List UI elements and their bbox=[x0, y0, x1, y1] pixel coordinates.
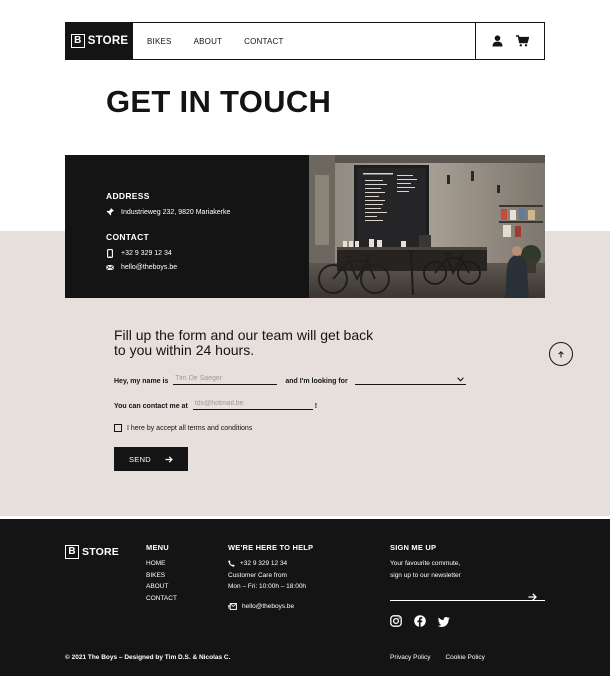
name-line: Hey, my name is and I'm looking for bbox=[114, 374, 466, 385]
address-row: Industrieweg 232, 9820 Mariakerke bbox=[106, 208, 309, 216]
social-links bbox=[390, 614, 450, 632]
footer-help-title: WE'RE HERE TO HELP bbox=[228, 543, 314, 552]
logo[interactable]: B STORE bbox=[66, 23, 133, 59]
nav-links: BIKES ABOUT CONTACT bbox=[133, 23, 475, 59]
footer-hours: Mon – Fri: 10:00h – 18:00h bbox=[228, 583, 307, 590]
chevron-down-icon bbox=[456, 376, 464, 382]
terms-row: I here by accept all terms and condition… bbox=[114, 424, 252, 432]
twitter-icon[interactable] bbox=[437, 614, 450, 632]
mail-send-icon bbox=[228, 602, 237, 610]
newsletter-input[interactable] bbox=[390, 600, 545, 601]
phone-row: +32 9 329 12 34 bbox=[106, 249, 309, 258]
facebook-icon[interactable] bbox=[414, 614, 426, 632]
contact-line: You can contact me at ! bbox=[114, 399, 317, 410]
logo-text: STORE bbox=[87, 35, 129, 47]
footer-link-contact[interactable]: CONTACT bbox=[146, 593, 177, 605]
phone-icon bbox=[228, 560, 235, 567]
footer-logo-text: STORE bbox=[82, 546, 119, 558]
name-input[interactable] bbox=[173, 374, 278, 385]
send-label: SEND bbox=[128, 454, 152, 464]
privacy-policy-link[interactable]: Privacy Policy bbox=[390, 654, 430, 661]
footer-menu-title: MENU bbox=[146, 543, 169, 552]
nav-icons bbox=[475, 23, 544, 59]
nav-link-bikes[interactable]: BIKES bbox=[147, 37, 172, 46]
email-row: hello@theboys.be bbox=[106, 264, 309, 271]
footer-phone[interactable]: +32 9 329 12 34 bbox=[240, 558, 287, 570]
terms-label: I here by accept all terms and condition… bbox=[127, 424, 253, 432]
footer-help: +32 9 329 12 34 Customer Care from Mon –… bbox=[228, 558, 306, 612]
phone-text[interactable]: +32 9 329 12 34 bbox=[121, 250, 172, 257]
looking-label: and I'm looking for bbox=[285, 378, 348, 385]
signup-text-1: Your favourite commute, bbox=[390, 560, 461, 567]
store-interior-photo bbox=[309, 155, 545, 298]
contact-label: You can contact me at bbox=[114, 403, 188, 410]
logo-letter: B bbox=[70, 34, 85, 48]
footer-email-row: hello@theboys.be bbox=[228, 601, 306, 613]
legal-links: Privacy Policy Cookie Policy bbox=[390, 654, 485, 661]
email-text[interactable]: hello@theboys.be bbox=[121, 264, 177, 271]
copyright: © 2021 The Boys – Designed by Tim D.S. &… bbox=[65, 654, 231, 661]
arrow-up-icon bbox=[558, 350, 564, 357]
exclamation: ! bbox=[314, 403, 318, 410]
footer-menu: HOME BIKES ABOUT CONTACT bbox=[146, 558, 177, 604]
page-title: GET IN TOUCH bbox=[106, 84, 332, 119]
terms-checkbox[interactable] bbox=[114, 424, 122, 432]
footer-logo[interactable]: B STORE bbox=[65, 545, 119, 559]
footer-care: Customer Care from bbox=[228, 571, 287, 579]
scroll-to-top-button[interactable] bbox=[549, 342, 573, 366]
navbar: B STORE BIKES ABOUT CONTACT bbox=[65, 22, 545, 60]
send-button[interactable]: SEND bbox=[114, 447, 188, 471]
cookie-policy-link[interactable]: Cookie Policy bbox=[445, 654, 484, 661]
mobile-icon bbox=[106, 249, 114, 258]
form-title: Fill up the form and our team will get b… bbox=[114, 327, 374, 358]
user-icon[interactable] bbox=[492, 35, 503, 47]
footer-link-bikes[interactable]: BIKES bbox=[146, 570, 177, 582]
newsletter-submit-button[interactable] bbox=[528, 588, 537, 606]
nav-link-contact[interactable]: CONTACT bbox=[244, 37, 283, 46]
contact-info-panel: ADDRESS Industrieweg 232, 9820 Mariakerk… bbox=[65, 155, 309, 298]
contact-heading: CONTACT bbox=[106, 232, 150, 242]
footer-email[interactable]: hello@theboys.be bbox=[242, 601, 294, 613]
footer-link-about[interactable]: ABOUT bbox=[146, 581, 177, 593]
footer-logo-letter: B bbox=[65, 545, 79, 559]
nav-link-about[interactable]: ABOUT bbox=[194, 37, 223, 46]
footer-phone-row: +32 9 329 12 34 bbox=[228, 558, 306, 570]
arrow-right-icon bbox=[528, 593, 537, 601]
arrow-right-icon bbox=[165, 455, 173, 463]
address-heading: ADDRESS bbox=[106, 191, 150, 201]
email-input[interactable] bbox=[192, 399, 313, 410]
address-text: Industrieweg 232, 9820 Mariakerke bbox=[121, 208, 231, 216]
name-label: Hey, my name is bbox=[114, 378, 169, 385]
looking-for-select[interactable] bbox=[354, 374, 466, 385]
cart-icon[interactable] bbox=[515, 35, 529, 47]
signup-text-2: sign up to our newsletter bbox=[390, 571, 461, 579]
footer: B STORE MENU HOME BIKES ABOUT CONTACT WE… bbox=[0, 519, 610, 676]
footer-signup-text: Your favourite commute, sign up to our n… bbox=[390, 558, 461, 581]
footer-link-home[interactable]: HOME bbox=[146, 558, 177, 570]
instagram-icon[interactable] bbox=[390, 614, 402, 632]
pin-icon bbox=[106, 208, 114, 216]
mail-icon bbox=[106, 264, 114, 271]
footer-signup-title: SIGN ME UP bbox=[390, 543, 437, 552]
